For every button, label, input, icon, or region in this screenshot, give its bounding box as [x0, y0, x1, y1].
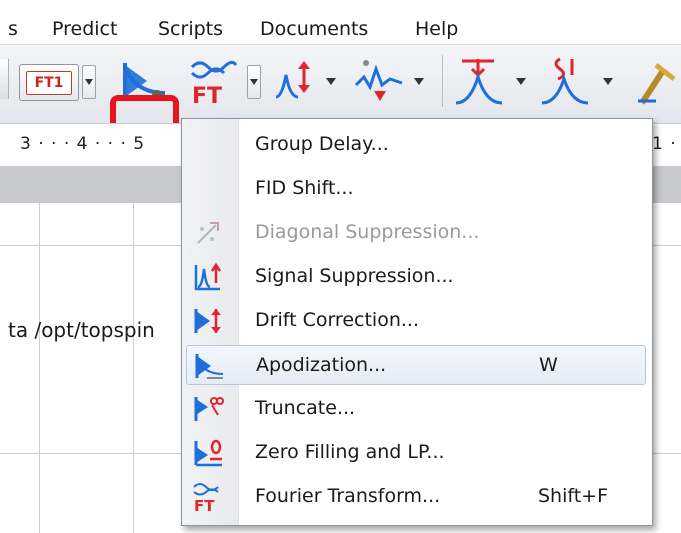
ft-label: FT: [192, 84, 222, 107]
menu-item-truncate[interactable]: Truncate...: [186, 389, 646, 429]
peak-picking-dropdown-arrow[interactable]: [516, 78, 526, 85]
signal-suppression-icon: [192, 261, 224, 293]
menu-item-fid-shift[interactable]: FID Shift...: [186, 169, 646, 209]
zero-filling-icon: [192, 437, 224, 469]
menu-item-shortcut: W: [539, 354, 558, 376]
menu-item-label: Group Delay...: [255, 133, 389, 155]
menu-item-documents[interactable]: Documents: [260, 17, 368, 41]
peak-picking-icon: [455, 59, 503, 105]
menu-item-help[interactable]: Help: [415, 17, 458, 41]
menu-item-label: Drift Correction...: [255, 309, 419, 331]
phase-correction-icon: [275, 61, 310, 99]
ft-icon-label: FT: [194, 497, 215, 513]
menu-item-group-delay[interactable]: Group Delay...: [186, 125, 646, 165]
ft1-label: FT1: [34, 75, 64, 91]
menubar: s Predict Scripts Documents Help: [0, 0, 681, 44]
fourier-transform-icon: FT: [190, 60, 238, 109]
baseline-toolbar-button[interactable]: [352, 57, 408, 105]
processing-dropdown-menu: Group Delay... FID Shift... Diagonal Sup…: [181, 118, 653, 526]
dataset-path-text: ta /opt/topspin: [8, 318, 155, 342]
menu-item-fourier-transform[interactable]: FT Fourier Transform... Shift+F: [186, 477, 646, 517]
baseline-correction-icon: [354, 60, 403, 101]
menu-item-scripts[interactable]: Scripts: [158, 17, 223, 41]
ft1-icon: FT1: [26, 71, 72, 95]
truncate-icon: [192, 393, 224, 425]
ft1-dropdown-button[interactable]: [82, 65, 96, 99]
analysis-icon: [638, 63, 676, 105]
integration-toolbar-button[interactable]: [538, 55, 594, 107]
menu-item-signal-suppression[interactable]: Signal Suppression...: [186, 257, 646, 297]
fourier-transform-icon: FT: [192, 481, 224, 515]
menu-item-label: Apodization...: [256, 354, 387, 376]
toolbar-partial-button[interactable]: [0, 59, 9, 99]
menu-item-predict[interactable]: Predict: [52, 17, 117, 41]
menu-item-label: Diagonal Suppression...: [255, 221, 480, 243]
menu-item-label: FID Shift...: [255, 177, 354, 199]
integration-icon: [541, 57, 589, 105]
menu-item-apodization[interactable]: Apodization... W: [186, 345, 646, 385]
processing-toolbar: FT1 FT: [0, 44, 681, 162]
drift-correction-icon: [192, 305, 224, 337]
diagonal-suppression-icon: [192, 217, 224, 249]
baseline-dropdown-arrow[interactable]: [414, 78, 424, 85]
fourier-transform-toolbar-button[interactable]: FT: [188, 57, 240, 109]
menu-item-zero-filling[interactable]: Zero Filling and LP...: [186, 433, 646, 473]
apodization-icon: [193, 350, 225, 382]
toolbar-separator: [442, 55, 443, 107]
menu-item-truncated[interactable]: s: [8, 17, 18, 41]
fourier-transform-dropdown-button[interactable]: [247, 65, 261, 99]
peak-picking-toolbar-button[interactable]: [452, 55, 508, 107]
ruler-right-labels: 1 ·: [652, 134, 677, 154]
analysis-toolbar-button-partial[interactable]: [634, 57, 681, 107]
menu-item-label: Fourier Transform...: [255, 485, 441, 507]
menu-item-diagonal-suppression[interactable]: Diagonal Suppression...: [186, 213, 646, 253]
phase-correction-dropdown-arrow[interactable]: [326, 78, 336, 85]
ft1-button[interactable]: FT1: [19, 64, 79, 101]
menu-item-shortcut: Shift+F: [538, 485, 609, 507]
ruler-left-labels: 3 · · · 4 · · · 5: [20, 134, 146, 154]
integration-dropdown-arrow[interactable]: [603, 78, 613, 85]
menu-item-drift-correction[interactable]: Drift Correction...: [186, 301, 646, 341]
menu-item-label: Signal Suppression...: [255, 265, 454, 287]
phase-correction-toolbar-button[interactable]: [272, 57, 322, 105]
menu-item-label: Zero Filling and LP...: [255, 441, 445, 463]
menu-item-label: Truncate...: [255, 397, 356, 419]
